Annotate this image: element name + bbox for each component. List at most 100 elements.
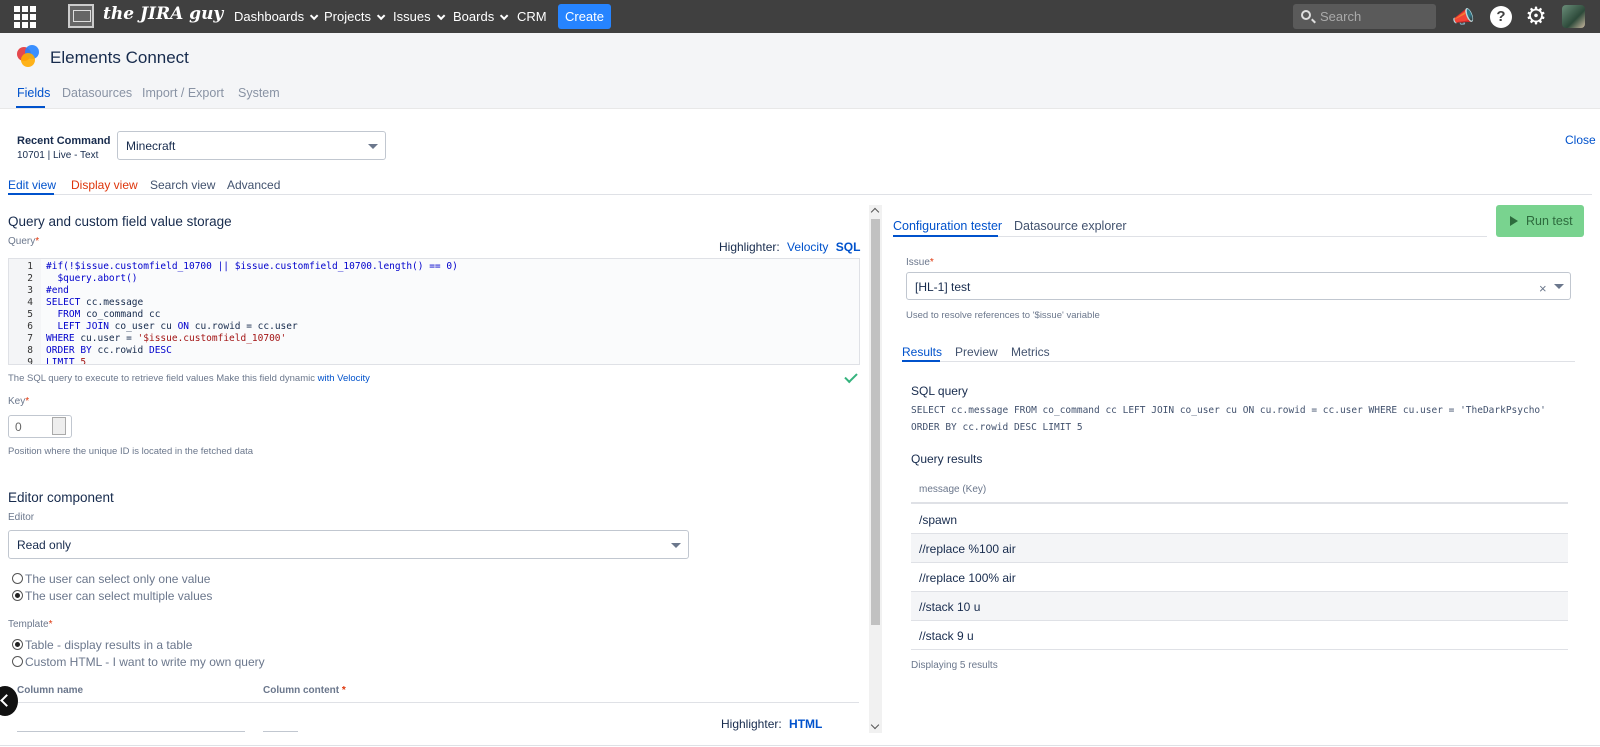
highlighter-label: Highlighter: [719, 240, 780, 254]
column-name-input[interactable] [17, 731, 245, 732]
nav-dashboards-label: Dashboards [234, 9, 305, 24]
radio-button[interactable] [12, 656, 23, 667]
highlighter-label: Highlighter: [721, 717, 782, 731]
tab-display-view[interactable]: Display view [71, 178, 138, 192]
issue-label-text: Issue [906, 257, 930, 268]
required-mark: * [341, 685, 346, 696]
radio-template-table[interactable]: Table - display results in a table [12, 638, 192, 652]
tab-import-export[interactable]: Import / Export [142, 86, 224, 100]
radio-button[interactable] [12, 639, 23, 650]
column-content-header: Column content * [263, 685, 346, 696]
elements-connect-logo-icon [17, 45, 43, 67]
chevron-down-icon [500, 11, 509, 21]
tab-advanced[interactable]: Advanced [227, 178, 280, 192]
highlighter-velocity[interactable]: Velocity [787, 240, 828, 254]
query-section-title: Query and custom field value storage [8, 214, 232, 229]
radio-button[interactable] [12, 573, 23, 584]
results-column-header: message (Key) [911, 476, 1568, 504]
issue-select[interactable]: [HL-1] test [906, 272, 1571, 300]
search-input[interactable] [1320, 8, 1430, 25]
page-title: Elements Connect [50, 48, 189, 67]
run-test-button[interactable]: Run test [1496, 205, 1584, 237]
nav-projects[interactable]: Projects [324, 0, 386, 33]
active-tab-indicator [16, 106, 45, 108]
tab-datasources[interactable]: Datasources [62, 86, 132, 100]
column-name-header: Column name [17, 685, 84, 696]
tab-edit-view[interactable]: Edit view [8, 178, 56, 192]
table-row: //replace %100 air [911, 534, 1568, 563]
nav-crm[interactable]: CRM [517, 0, 547, 33]
search-icon [1301, 10, 1311, 20]
site-name[interactable]: the JIRA guy [103, 4, 223, 24]
nav-dashboards[interactable]: Dashboards [234, 0, 319, 33]
active-tab-indicator [902, 360, 940, 362]
apps-grid-icon[interactable] [14, 6, 36, 28]
scrollbar[interactable] [869, 205, 882, 733]
clear-icon[interactable]: × [1539, 281, 1547, 296]
velocity-help-link[interactable]: with Velocity [318, 373, 370, 384]
radio-button[interactable] [12, 590, 23, 601]
column-content-input[interactable] [263, 731, 298, 732]
context-select[interactable]: Minecraft [117, 131, 386, 160]
template-label-text: Template [8, 619, 49, 630]
issue-label: Issue* [906, 257, 934, 268]
create-button[interactable]: Create [558, 4, 611, 29]
radio-label: Custom HTML - I want to write my own que… [25, 655, 265, 669]
divider [17, 702, 859, 703]
scroll-down-icon[interactable] [870, 720, 880, 730]
active-tab-indicator [893, 235, 998, 237]
quantity-stepper[interactable] [52, 417, 66, 435]
nav-issues[interactable]: Issues [393, 0, 445, 33]
query-help: The SQL query to execute to retrieve fie… [8, 373, 370, 384]
close-link[interactable]: Close [1565, 133, 1596, 147]
help-icon[interactable]: ? [1490, 6, 1512, 28]
avatar[interactable] [1562, 5, 1585, 28]
tab-results[interactable]: Results [902, 345, 942, 359]
chevron-down-icon [368, 144, 378, 149]
megaphone-icon[interactable]: 📣 [1452, 6, 1474, 28]
highlighter-sql[interactable]: SQL [836, 240, 861, 254]
issue-help: Used to resolve references to '$issue' v… [906, 310, 1100, 321]
tab-metrics[interactable]: Metrics [1011, 345, 1050, 359]
back-arrow-icon[interactable] [0, 686, 18, 716]
nav-issues-label: Issues [393, 9, 431, 24]
radio-label: The user can select only one value [25, 572, 211, 586]
context-select-value: Minecraft [126, 139, 176, 153]
sql-query-output: SELECT cc.message FROM co_command cc LEF… [911, 405, 1546, 433]
field-name: Recent Command [17, 135, 111, 147]
nav-boards[interactable]: Boards [453, 0, 509, 33]
scrollbar-thumb[interactable] [871, 219, 880, 625]
query-highlighter: Highlighter: Velocity SQL [719, 240, 860, 254]
chevron-down-icon [376, 11, 386, 21]
query-label: Query* [8, 236, 39, 247]
table-row: //replace 100% air [911, 563, 1568, 592]
editor-select[interactable]: Read only [8, 530, 689, 559]
search-box[interactable] [1293, 4, 1436, 29]
radio-multiple-values[interactable]: The user can select multiple values [12, 589, 212, 603]
highlighter-html[interactable]: HTML [789, 717, 822, 731]
required-mark: * [25, 396, 30, 407]
chevron-down-icon [671, 543, 681, 548]
required-mark: * [35, 236, 40, 247]
editor-label: Editor [8, 512, 35, 523]
top-navigation: the JIRA guy Dashboards Projects Issues … [0, 0, 1600, 33]
query-code-editor[interactable]: 1 #if(!$issue.customfield_10700 || $issue… [8, 258, 860, 365]
table-row: //stack 9 u [911, 621, 1568, 650]
query-label-text: Query [8, 236, 36, 247]
tab-datasource-explorer[interactable]: Datasource explorer [1014, 219, 1127, 233]
tab-search-view[interactable]: Search view [150, 178, 215, 192]
nav-projects-label: Projects [324, 9, 371, 24]
tab-preview[interactable]: Preview [955, 345, 998, 359]
radio-label: The user can select multiple values [25, 589, 213, 603]
key-label-text: Key [8, 396, 26, 407]
tab-configuration-tester[interactable]: Configuration tester [893, 219, 1002, 233]
tab-fields[interactable]: Fields [17, 86, 50, 100]
radio-single-value[interactable]: The user can select only one value [12, 572, 210, 586]
key-label: Key* [8, 396, 29, 407]
tab-system[interactable]: System [238, 86, 280, 100]
gear-icon[interactable]: ⚙ [1525, 5, 1547, 29]
radio-template-custom-html[interactable]: Custom HTML - I want to write my own que… [12, 655, 265, 669]
sql-query-title: SQL query [911, 384, 968, 398]
scroll-up-icon[interactable] [870, 207, 880, 217]
site-logo-icon[interactable] [68, 4, 94, 28]
